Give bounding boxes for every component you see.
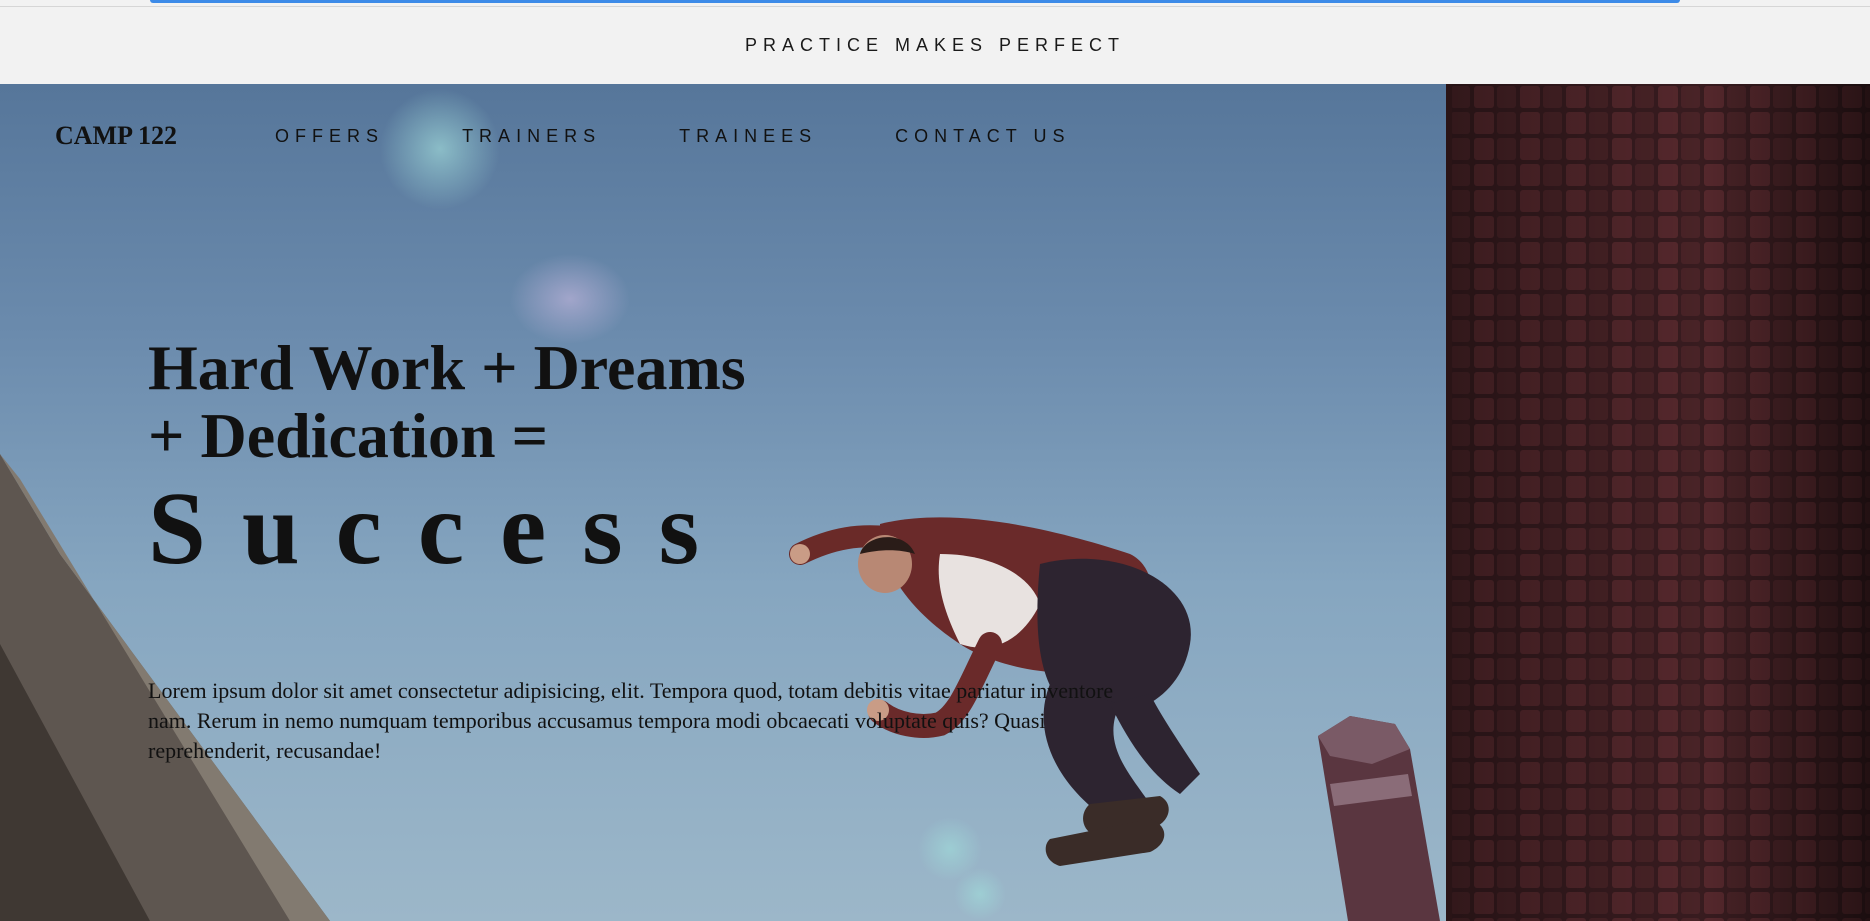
announcement-bar: PRACTICE MAKES PERFECT: [0, 6, 1870, 84]
headline-success: Success: [148, 471, 736, 586]
announcement-text: PRACTICE MAKES PERFECT: [744, 35, 1126, 55]
nav-link-trainees[interactable]: TRAINEES: [679, 126, 817, 147]
nav-link-contact-us[interactable]: CONTACT US: [895, 126, 1070, 147]
main-nav: CAMP 122 OFFERS TRAINERS TRAINEES CONTAC…: [55, 116, 1148, 156]
nav-link-offers[interactable]: OFFERS: [275, 126, 384, 147]
hero-section: CAMP 122 OFFERS TRAINERS TRAINEES CONTAC…: [0, 84, 1870, 921]
hero-headline: Hard Work + Dreams + Dedication = Succes…: [148, 334, 746, 588]
headline-line-1: Hard Work + Dreams: [148, 332, 746, 403]
brand-logo[interactable]: CAMP 122: [55, 121, 177, 151]
browser-focus-accent: [150, 0, 1680, 3]
hero-description: Lorem ipsum dolor sit amet consectetur a…: [148, 678, 1114, 763]
nav-link-trainers[interactable]: TRAINERS: [462, 126, 601, 147]
headline-line-2: + Dedication =: [148, 400, 549, 471]
